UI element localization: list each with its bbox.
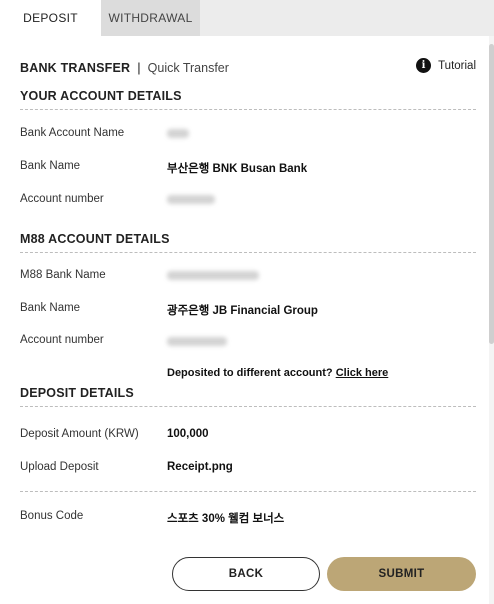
tutorial-link[interactable]: i Tutorial [416, 58, 476, 73]
upload-deposit-file[interactable]: Receipt.png [167, 461, 233, 473]
scrollbar[interactable] [489, 36, 494, 604]
m88-bank-name-value-redacted [167, 271, 259, 280]
divider [20, 252, 476, 253]
deposit-form: BANK TRANSFER | Quick Transfer i Tutoria… [20, 36, 476, 604]
divider [20, 109, 476, 110]
back-button[interactable]: BACK [172, 557, 320, 591]
bank-name-value: 부산은행 BNK Busan Bank [167, 163, 308, 175]
breadcrumb-quick-transfer[interactable]: Quick Transfer [148, 61, 229, 75]
m88-bank-name-label: M88 Bank Name [20, 269, 106, 281]
bonus-code-value[interactable]: 스포츠 30% 웰컴 보너스 [167, 510, 284, 526]
bank-account-name-value-redacted [167, 129, 189, 138]
tutorial-label: Tutorial [438, 59, 476, 72]
tab-withdrawal[interactable]: WITHDRAWAL [101, 0, 200, 36]
m88-bank-value: 광주은행 JB Financial Group [167, 305, 318, 317]
deposit-amount-value[interactable]: 100,000 [167, 428, 209, 440]
divider [20, 406, 476, 407]
upload-deposit-label: Upload Deposit [20, 461, 99, 473]
your-account-title: YOUR ACCOUNT DETAILS [20, 89, 182, 103]
m88-bank-label: Bank Name [20, 302, 81, 314]
account-number-value-redacted [167, 195, 215, 204]
click-here-link[interactable]: Click here [336, 367, 389, 379]
deposit-details-title: DEPOSIT DETAILS [20, 386, 134, 400]
tab-bar: DEPOSIT WITHDRAWAL [0, 0, 494, 36]
m88-account-number-value-redacted [167, 337, 227, 346]
account-number-label: Account number [20, 193, 104, 205]
breadcrumb-bank-transfer: BANK TRANSFER [20, 60, 131, 75]
bank-name-label: Bank Name [20, 160, 81, 172]
tab-deposit[interactable]: DEPOSIT [0, 0, 101, 36]
bank-account-name-label: Bank Account Name [20, 127, 125, 139]
submit-button[interactable]: SUBMIT [327, 557, 476, 591]
m88-account-number-label: Account number [20, 334, 104, 346]
m88-account-title: M88 ACCOUNT DETAILS [20, 232, 170, 246]
different-account-note: Deposited to different account? Click he… [167, 367, 388, 379]
scrollbar-thumb[interactable] [489, 44, 494, 344]
divider [20, 491, 476, 492]
deposit-amount-label: Deposit Amount (KRW) [20, 428, 139, 440]
info-icon: i [416, 58, 432, 73]
breadcrumb-separator: | [137, 60, 141, 75]
different-account-text: Deposited to different account? [167, 367, 333, 379]
breadcrumb: BANK TRANSFER | Quick Transfer [20, 60, 229, 75]
bonus-code-label: Bonus Code [20, 510, 84, 522]
